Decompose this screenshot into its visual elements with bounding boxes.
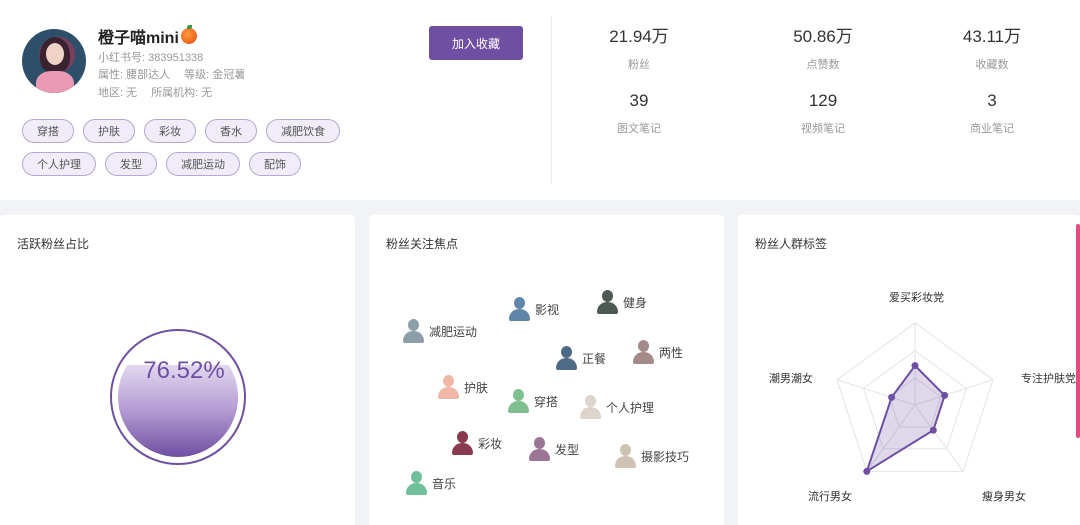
focus-item: 健身 — [596, 290, 647, 314]
interest-tag[interactable]: 配饰 — [249, 152, 301, 176]
stat-value: 50.86万 — [793, 27, 853, 46]
person-icon — [632, 340, 654, 364]
stat-value: 3 — [987, 91, 997, 110]
person-icon — [508, 297, 530, 321]
profile-level: 等级: 金冠薯 — [184, 69, 246, 81]
add-favorite-button[interactable]: 加入收藏 — [429, 26, 523, 60]
active-fans-title: 活跃粉丝占比 — [17, 237, 90, 251]
interest-tag[interactable]: 穿搭 — [22, 119, 74, 143]
focus-item: 穿搭 — [507, 389, 558, 413]
focus-item: 减肥运动 — [402, 319, 477, 343]
active-fans-panel: 活跃粉丝占比 76.52% — [0, 215, 355, 525]
focus-item-label: 健身 — [623, 295, 648, 310]
stat-value: 39 — [629, 91, 649, 110]
person-icon — [596, 290, 618, 314]
tag-list: 穿搭 护肤 彩妆 香水 减肥饮食个人护理 发型 减肥运动 配饰 — [22, 119, 412, 176]
focus-item: 彩妆 — [451, 431, 502, 455]
stat-label: 粉丝 — [628, 59, 650, 71]
focus-item-label: 个人护理 — [606, 400, 655, 415]
person-icon — [555, 346, 577, 370]
person-icon — [507, 389, 529, 413]
stat-value: 129 — [808, 91, 838, 110]
stat-label: 视频笔记 — [801, 123, 845, 135]
profile-attribute: 属性: 腰部达人 — [98, 69, 171, 81]
focus-item-label: 发型 — [555, 442, 580, 457]
stat-value: 21.94万 — [609, 27, 669, 46]
focus-item: 两性 — [632, 340, 683, 364]
profile-org: 所属机构: 无 — [151, 87, 213, 99]
profile-name-text: 橙子喵mini — [98, 30, 179, 47]
person-icon — [451, 431, 473, 455]
profile-name: 橙子喵mini — [98, 24, 197, 48]
radar-point[interactable] — [941, 391, 949, 399]
stat-label: 收藏数 — [975, 59, 1009, 71]
person-icon — [405, 471, 427, 495]
focus-item: 发型 — [528, 437, 579, 461]
person-icon — [528, 437, 550, 461]
stat-item: 3 商业笔记 — [932, 91, 1052, 136]
radar-point[interactable] — [911, 362, 919, 370]
focus-item: 音乐 — [405, 471, 456, 495]
divider — [551, 16, 552, 184]
profile-attrs: 属性: 腰部达人 等级: 金冠薯 — [98, 66, 245, 82]
radar-axis-label: 爱买彩妆党 — [889, 292, 944, 304]
focus-item: 个人护理 — [579, 395, 654, 419]
profile-region-org: 地区: 无 所属机构: 无 — [98, 84, 212, 100]
focus-item-label: 音乐 — [432, 476, 457, 491]
focus-item-label: 正餐 — [582, 351, 607, 366]
profile-region: 地区: 无 — [98, 87, 138, 99]
stat-item: 39 图文笔记 — [579, 91, 699, 136]
avatar — [22, 29, 86, 93]
interest-tag[interactable]: 减肥运动 — [166, 152, 240, 176]
focus-item-label: 穿搭 — [534, 394, 559, 409]
stat-item: 43.11万收藏数 — [932, 22, 1052, 72]
focus-item: 护肤 — [437, 375, 488, 399]
radar-series-area — [864, 364, 946, 474]
focus-item-label: 两性 — [659, 345, 684, 360]
radar-axis-label: 瘦身男女 — [982, 491, 1026, 503]
active-fans-gauge: 76.52% — [110, 329, 246, 465]
focus-item: 正餐 — [555, 346, 606, 370]
radar-axis-label: 潮男潮女 — [769, 373, 813, 385]
focus-item-label: 护肤 — [464, 380, 489, 395]
side-scroll-indicator[interactable] — [1076, 224, 1080, 438]
person-icon — [579, 395, 601, 419]
stat-item: 129 视频笔记 — [763, 91, 883, 136]
fan-focus-panel: 粉丝关注焦点 影视 健身减肥运动正餐 两性护肤穿搭 个人护理彩妆 发型 摄影技巧音乐 — [369, 215, 724, 525]
profile-card: 橙子喵mini 小红书号: 383951338 属性: 腰部达人 等级: 金冠薯 … — [0, 0, 1080, 200]
radar-point[interactable] — [863, 467, 871, 475]
person-icon — [614, 444, 636, 468]
radar-point[interactable] — [888, 393, 896, 401]
interest-tag[interactable]: 彩妆 — [144, 119, 196, 143]
stat-label: 点赞数 — [806, 59, 840, 71]
stat-value: 43.11万 — [962, 27, 1022, 46]
interest-tag[interactable]: 护肤 — [83, 119, 135, 143]
interest-tag[interactable]: 个人护理 — [22, 152, 96, 176]
fan-focus-title: 粉丝关注焦点 — [386, 237, 459, 251]
interest-tag[interactable]: 发型 — [105, 152, 157, 176]
focus-item: 影视 — [508, 297, 559, 321]
orange-emoji-icon — [180, 25, 197, 44]
person-icon — [402, 319, 424, 343]
crowd-tags-panel: 粉丝人群标签 爱买彩妆党 专注护肤党 瘦身男女 流行男女 潮男潮女 — [738, 215, 1080, 525]
active-fans-percent: 76.52% — [143, 357, 225, 384]
focus-item-label: 摄影技巧 — [641, 449, 690, 464]
stat-item: 21.94万粉丝 — [579, 22, 699, 72]
focus-item-label: 影视 — [535, 302, 560, 317]
focus-item: 摄影技巧 — [614, 444, 689, 468]
radar-axis-label: 流行男女 — [808, 491, 852, 503]
stat-item: 50.86万点赞数 — [763, 22, 883, 72]
radar-axis-label: 专注护肤党 — [1021, 373, 1076, 385]
person-icon — [437, 375, 459, 399]
interest-tag[interactable]: 香水 — [205, 119, 257, 143]
radar-point[interactable] — [929, 426, 937, 434]
focus-item-label: 彩妆 — [478, 436, 503, 451]
stat-label: 图文笔记 — [617, 123, 661, 135]
profile-id: 小红书号: 383951338 — [98, 52, 204, 64]
focus-item-label: 减肥运动 — [429, 324, 478, 339]
interest-tag[interactable]: 减肥饮食 — [266, 119, 340, 143]
stat-label: 商业笔记 — [970, 123, 1014, 135]
